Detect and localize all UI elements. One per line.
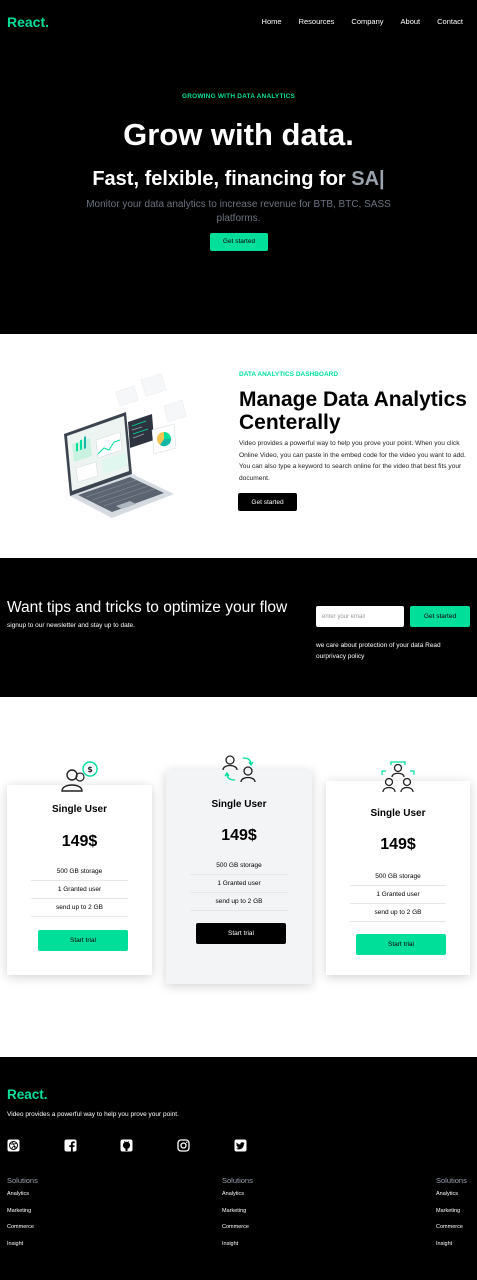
pricing-card-2-start-trial-button[interactable]: Start trial (196, 923, 286, 944)
dribbble-icon[interactable] (7, 1139, 20, 1152)
facebook-icon[interactable] (64, 1139, 77, 1152)
pricing-card-3-feature: 1 Granted user (350, 886, 446, 904)
pricing-card-3-name: Single User (370, 808, 426, 819)
pricing-card-3: Single User 149$ 500 GB storage 1 Grante… (326, 761, 470, 975)
footer-link[interactable]: Analytics (7, 1191, 38, 1208)
pricing-card-2: Single User 149$ 500 GB storage 1 Grante… (166, 755, 312, 984)
hero-section: GROWING WITH DATA ANALYTICS Grow with da… (0, 45, 477, 334)
pricing-card-2-feature: 500 GB storage (190, 857, 288, 875)
footer-link[interactable]: Commerce (436, 1224, 467, 1241)
footer-link[interactable]: Analytics (222, 1191, 253, 1208)
footer-link[interactable]: Marketing (436, 1208, 467, 1225)
footer-link[interactable]: Insight (222, 1241, 253, 1258)
footer-link[interactable]: Commerce (7, 1224, 38, 1241)
pricing-card-1-feature: send up to 2 GB (31, 899, 128, 917)
analytics-get-started-button[interactable]: Get started (238, 493, 297, 511)
newsletter-title: Want tips and tricks to optimize your fl… (7, 599, 288, 616)
twitter-icon[interactable] (234, 1139, 247, 1152)
footer-column-2: Solutions Analytics Marketing Commerce I… (222, 1176, 253, 1257)
hero-subtitle-prefix: Fast, felxible, financing for (92, 168, 352, 190)
hero-subtitle-typed: SA| (351, 168, 385, 190)
hero-eyebrow: GROWING WITH DATA ANALYTICS (181, 93, 296, 100)
svg-text:$: $ (87, 765, 93, 774)
user-dollar-icon: $ (60, 761, 98, 792)
footer-column-title: Solutions (222, 1176, 253, 1185)
hero-title: Grow with data. (123, 117, 354, 152)
analytics-eyebrow: DATA ANALYTICS DASHBOARD (239, 371, 339, 378)
newsletter-section: Want tips and tricks to optimize your fl… (0, 558, 477, 697)
pricing-card-1-start-trial-button[interactable]: Start trial (38, 930, 128, 951)
navbar: React. Home Resources Company About Cont… (0, 0, 477, 45)
footer-link[interactable]: Marketing (222, 1208, 253, 1225)
nav-logo[interactable]: React. (7, 14, 49, 30)
pricing-card-3-feature: send up to 2 GB (350, 904, 446, 922)
newsletter-email-input[interactable] (316, 606, 404, 627)
footer: React. Video provides a powerful way to … (0, 1057, 477, 1280)
nav-link-about[interactable]: About (401, 17, 421, 26)
footer-column-title: Solutions (7, 1176, 38, 1185)
nav-link-home[interactable]: Home (262, 17, 282, 26)
pricing-card-3-start-trial-button[interactable]: Start trial (356, 934, 446, 955)
pricing-card-1-feature: 500 GB storage (31, 863, 128, 881)
nav-link-company[interactable]: Company (351, 17, 383, 26)
pricing-card-2-feature: send up to 2 GB (190, 893, 288, 911)
footer-column-title: Solutions (436, 1176, 467, 1185)
newsletter-privacy-note: we care about protection of your data Re… (316, 642, 441, 660)
pricing-card-3-price: 149$ (380, 836, 416, 853)
pricing-card-1-name: Single User (51, 804, 108, 815)
pricing-card-1: $ Single User 149$ 500 GB storage 1 Gran… (7, 761, 152, 975)
pricing-card-1-price: 149$ (61, 833, 98, 850)
footer-description: Video provides a powerful way to help yo… (7, 1111, 179, 1118)
footer-column-1: Solutions Analytics Marketing Commerce I… (7, 1176, 38, 1257)
team-icon (381, 761, 415, 793)
hero-description: Monitor your data analytics to increase … (86, 199, 391, 224)
analytics-section: DATA ANALYTICS DASHBOARD Manage Data Ana… (0, 334, 477, 558)
footer-link[interactable]: Marketing (7, 1208, 38, 1225)
pricing-card-2-name: Single User (211, 799, 267, 810)
footer-logo[interactable]: React. (7, 1087, 48, 1102)
pricing-card-1-feature: 1 Granted user (31, 881, 128, 899)
pricing-card-2-feature: 1 Granted user (190, 875, 288, 893)
instagram-icon[interactable] (177, 1139, 190, 1152)
analytics-description: Video provides a powerful way to help yo… (239, 440, 466, 482)
github-icon[interactable] (120, 1139, 133, 1152)
nav-link-resources[interactable]: Resources (299, 17, 335, 26)
footer-link[interactable]: Analytics (436, 1191, 467, 1208)
hero-subtitle: Fast, felxible, financing for SA| (0, 168, 477, 191)
users-exchange-icon (222, 755, 256, 783)
laptop-dashboard-illustration (64, 373, 187, 518)
footer-link[interactable]: Insight (7, 1241, 38, 1258)
footer-column-3: Solutions Analytics Marketing Commerce I… (436, 1176, 467, 1257)
newsletter-get-started-button[interactable]: Get started (410, 606, 470, 627)
pricing-card-3-feature: 500 GB storage (350, 868, 446, 886)
pricing-card-2-price: 149$ (221, 827, 257, 844)
hero-get-started-button[interactable]: Get started (210, 233, 268, 251)
newsletter-subtitle: signup to our newsletter and stay up to … (7, 622, 135, 629)
nav-link-contact[interactable]: Contact (437, 17, 463, 26)
footer-link[interactable]: Commerce (222, 1224, 253, 1241)
footer-link[interactable]: Insight (436, 1241, 467, 1258)
nav-links: Home Resources Company About Contact (245, 17, 463, 26)
analytics-title: Manage Data Analytics Centerally (239, 388, 467, 434)
pricing-section: $ Single User 149$ 500 GB storage 1 Gran… (0, 697, 477, 1057)
